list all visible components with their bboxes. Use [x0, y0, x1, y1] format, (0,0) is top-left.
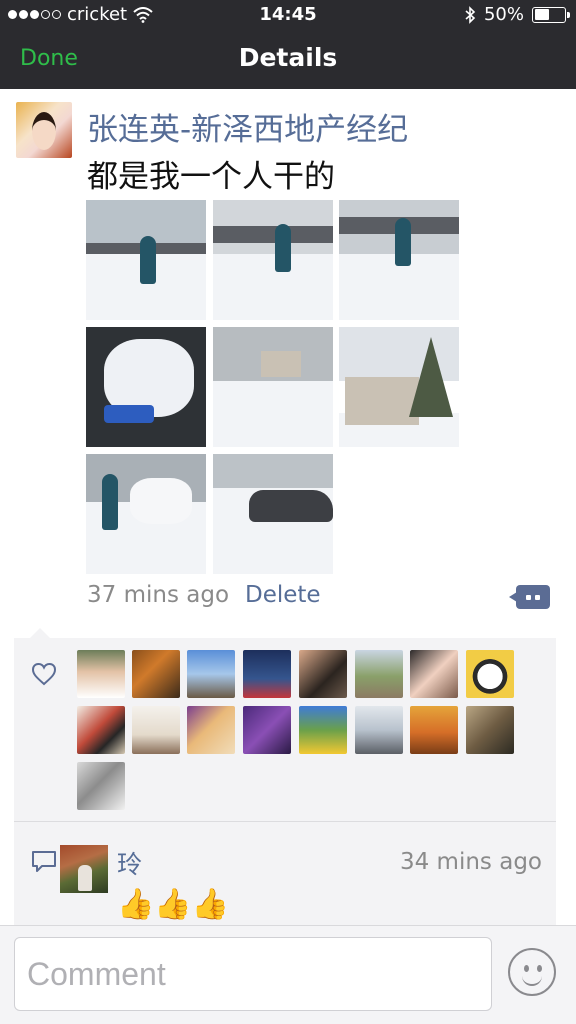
post-photo[interactable] — [339, 327, 459, 447]
liker-avatar[interactable] — [187, 706, 235, 754]
liker-avatar[interactable] — [77, 762, 125, 810]
more-actions-dot — [535, 595, 540, 600]
post-time: 37 mins ago — [87, 582, 230, 608]
delete-button[interactable]: Delete — [245, 582, 321, 608]
commenter-avatar[interactable] — [60, 845, 108, 893]
page-title: Details — [238, 43, 338, 72]
heart-icon — [31, 662, 57, 686]
liker-avatar[interactable] — [132, 706, 180, 754]
likes-divider — [14, 821, 556, 822]
liker-avatar[interactable] — [299, 706, 347, 754]
liker-avatar[interactable] — [355, 706, 403, 754]
more-actions-dot — [526, 595, 531, 600]
post-photo[interactable] — [86, 327, 206, 447]
post-photo[interactable] — [213, 454, 333, 574]
post-photo[interactable] — [86, 200, 206, 320]
post-text: 都是我一个人干的 — [87, 159, 335, 195]
comment-text: 👍👍👍 — [117, 887, 230, 922]
liker-avatar[interactable] — [187, 650, 235, 698]
status-right: 50% — [464, 4, 570, 25]
more-actions-button[interactable] — [509, 585, 550, 609]
top-bar: cricket 14:45 50% Done Details — [0, 0, 576, 89]
liker-avatar[interactable] — [466, 706, 514, 754]
post-photo[interactable] — [213, 200, 333, 320]
liker-avatar[interactable] — [410, 650, 458, 698]
liker-avatar[interactable] — [355, 650, 403, 698]
liker-avatar[interactable] — [77, 650, 125, 698]
emoji-button[interactable] — [508, 948, 556, 996]
post-photo[interactable] — [339, 200, 459, 320]
liker-avatar[interactable] — [132, 650, 180, 698]
emoji-mouth — [522, 976, 542, 986]
liker-avatar[interactable] — [299, 650, 347, 698]
post-author-name[interactable]: 张连英-新泽西地产经纪 — [87, 104, 408, 149]
status-bar: cricket 14:45 50% — [0, 0, 576, 30]
liker-avatar[interactable] — [410, 706, 458, 754]
liker-avatar[interactable] — [243, 650, 291, 698]
nav-bar: Done Details — [0, 30, 576, 89]
post-photo[interactable] — [86, 454, 206, 574]
bluetooth-icon — [465, 5, 476, 24]
liker-avatar[interactable] — [243, 706, 291, 754]
battery-fill — [534, 9, 549, 20]
comment-icon — [32, 851, 56, 872]
comment-time: 34 mins ago — [399, 849, 542, 875]
author-avatar[interactable] — [16, 102, 72, 158]
battery-icon — [532, 6, 570, 23]
liker-avatar[interactable] — [466, 650, 514, 698]
commenter-name[interactable]: 玲 — [117, 845, 142, 881]
battery-percent: 50% — [483, 4, 524, 25]
liker-avatar[interactable] — [77, 706, 125, 754]
emoji-eye — [537, 965, 542, 972]
emoji-eye — [524, 965, 529, 972]
comment-input[interactable]: Comment — [14, 937, 492, 1011]
post-photo[interactable] — [213, 327, 333, 447]
